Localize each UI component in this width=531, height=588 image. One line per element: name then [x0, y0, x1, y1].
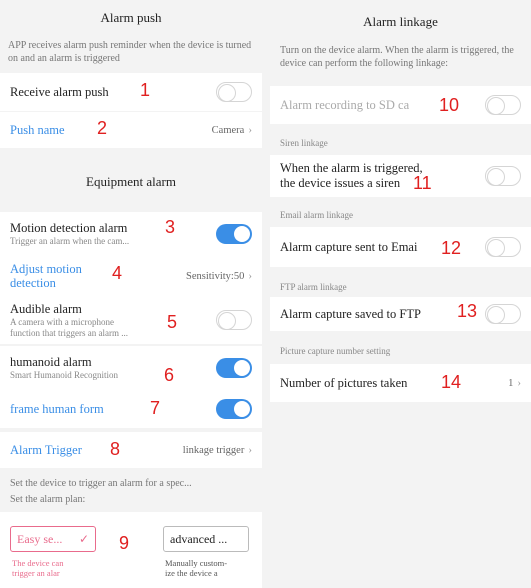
sd-recording-toggle[interactable]	[485, 95, 521, 115]
easy-setup-note-1: The device can	[12, 558, 64, 568]
check-icon: ✓	[78, 531, 89, 546]
humanoid-alarm-toggle[interactable]	[216, 358, 252, 378]
adjust-motion-label-1: Adjust motion	[10, 262, 82, 276]
alarm-trigger-label: Alarm Trigger	[10, 442, 82, 457]
email-linkage-header: Email alarm linkage	[280, 210, 353, 220]
humanoid-alarm-label: humanoid alarm	[10, 355, 92, 369]
advanced-setup-button[interactable]: advanced ...	[163, 526, 249, 552]
advanced-setup-note: Manually custom- ize the device a	[165, 558, 227, 578]
picture-capture-header: Picture capture number setting	[280, 346, 391, 356]
motion-detection-row: Motion detection alarm Trigger an alarm …	[0, 212, 262, 256]
siren-toggle[interactable]	[485, 166, 521, 186]
right-panel: Alarm linkage Turn on the device alarm. …	[270, 0, 531, 588]
advanced-setup-note-2: ize the device a	[165, 568, 218, 578]
receive-alarm-push-row: Receive alarm push	[0, 73, 262, 111]
email-toggle[interactable]	[485, 237, 521, 257]
ftp-toggle[interactable]	[485, 304, 521, 324]
chevron-right-icon: ›	[248, 270, 252, 282]
frame-human-form-toggle[interactable]	[216, 399, 252, 419]
easy-setup-note-2: trigger an alar	[12, 568, 60, 578]
marker-9: 9	[119, 533, 130, 553]
adjust-motion-row[interactable]: Adjust motion detection Sensitivity:50 ›	[0, 256, 262, 296]
humanoid-alarm-sub: Smart Humanoid Recognition	[10, 370, 118, 380]
audible-alarm-toggle[interactable]	[216, 310, 252, 330]
audible-alarm-sub-1: A camera with a microphone	[10, 316, 114, 327]
advanced-setup-note-1: Manually custom-	[165, 558, 228, 568]
marker-8: 8	[110, 439, 121, 459]
marker-6: 6	[164, 365, 175, 385]
alarm-trigger-value: linkage trigger	[182, 444, 245, 456]
alarm-plan-prompt: Set the alarm plan:	[10, 494, 86, 505]
alarm-linkage-description: Turn on the device alarm. When the alarm…	[280, 45, 514, 69]
left-panel: Alarm push APP receives alarm push remin…	[0, 0, 262, 588]
frame-human-form-label: frame human form	[10, 401, 104, 416]
pictures-taken-row[interactable]: Number of pictures taken 1 ›	[270, 364, 531, 402]
email-row: Alarm capture sent to Emai	[270, 227, 531, 267]
siren-linkage-header: Siren linkage	[280, 138, 328, 148]
marker-2: 2	[97, 118, 108, 138]
audible-alarm-row: Audible alarm A camera with a microphone…	[0, 296, 262, 344]
easy-setup-note: The device can trigger an alar	[12, 558, 63, 578]
receive-alarm-push-label: Receive alarm push	[10, 84, 109, 99]
marker-5: 5	[167, 312, 178, 332]
push-name-row[interactable]: Push name Camera ›	[0, 112, 262, 148]
alarm-push-title: Alarm push	[100, 10, 162, 25]
receive-alarm-push-toggle[interactable]	[216, 82, 252, 102]
easy-setup-label: Easy se...	[17, 531, 63, 546]
siren-label-2: the device issues a siren	[280, 176, 401, 190]
equipment-alarm-title: Equipment alarm	[86, 174, 176, 189]
marker-1: 1	[140, 80, 151, 100]
siren-row: When the alarm is triggered, the device …	[270, 155, 531, 197]
ftp-label: Alarm capture saved to FTP	[280, 306, 421, 321]
motion-detection-toggle[interactable]	[216, 224, 252, 244]
email-label: Alarm capture sent to Emai	[280, 239, 418, 254]
chevron-right-icon: ›	[248, 444, 252, 456]
alarm-trigger-row[interactable]: Alarm Trigger linkage trigger ›	[0, 432, 262, 468]
alarm-plan-panel: Easy se... ✓ The device can trigger an a…	[0, 512, 262, 588]
marker-14: 14	[441, 372, 462, 392]
alarm-linkage-title: Alarm linkage	[363, 14, 438, 29]
motion-detection-label: Motion detection alarm	[10, 221, 128, 235]
marker-10: 10	[439, 95, 460, 115]
easy-setup-button[interactable]: Easy se... ✓	[10, 526, 96, 552]
advanced-setup-label: advanced ...	[170, 531, 228, 546]
marker-3: 3	[165, 217, 176, 237]
chevron-right-icon: ›	[248, 124, 252, 136]
sensitivity-value: Sensitivity:50	[185, 270, 245, 282]
audible-alarm-label: Audible alarm	[10, 301, 82, 316]
siren-label-1: When the alarm is triggered,	[280, 161, 423, 175]
audible-alarm-sub-2: function that triggers an alarm ...	[10, 327, 128, 338]
alarm-push-description: APP receives alarm push reminder when th…	[8, 40, 252, 64]
humanoid-alarm-row: humanoid alarm Smart Humanoid Recognitio…	[0, 346, 262, 390]
pictures-taken-label: Number of pictures taken	[280, 375, 408, 390]
ftp-row: Alarm capture saved to FTP	[270, 297, 531, 331]
marker-7: 7	[150, 398, 161, 418]
marker-12: 12	[441, 238, 462, 258]
pictures-taken-value: 1	[508, 377, 514, 389]
push-name-label: Push name	[10, 122, 65, 137]
ftp-linkage-header: FTP alarm linkage	[280, 282, 347, 292]
alarm-plan-description: Set the device to trigger an alarm for a…	[10, 478, 192, 489]
motion-detection-sub: Trigger an alarm when the cam...	[10, 236, 130, 246]
frame-human-form-row: frame human form	[0, 390, 262, 428]
marker-13: 13	[457, 301, 478, 321]
marker-11: 11	[413, 173, 432, 193]
adjust-motion-label-2: detection	[10, 276, 56, 290]
push-name-value: Camera	[211, 124, 245, 136]
sd-recording-row: Alarm recording to SD ca	[270, 86, 531, 124]
chevron-right-icon: ›	[517, 377, 521, 389]
sd-recording-label: Alarm recording to SD ca	[280, 97, 410, 112]
marker-4: 4	[112, 263, 123, 283]
